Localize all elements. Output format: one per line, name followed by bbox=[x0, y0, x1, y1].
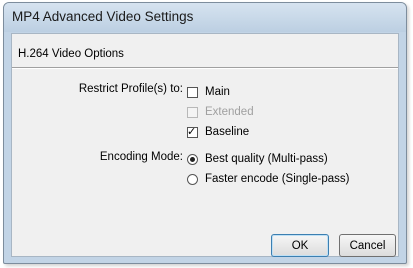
radio-selected-dot bbox=[190, 156, 195, 162]
profile-main-checkbox[interactable]: Main bbox=[187, 85, 230, 99]
window-title: MP4 Advanced Video Settings bbox=[12, 9, 194, 24]
dialog-content: H.264 Video Options Restrict Profile(s) … bbox=[11, 33, 399, 257]
radio-circle bbox=[187, 153, 198, 165]
checkbox-box bbox=[187, 106, 198, 118]
checkbox-box bbox=[187, 86, 198, 98]
profile-main-label: Main bbox=[205, 86, 230, 98]
checkmark-icon: ✓ bbox=[187, 125, 197, 138]
checkbox-box: ✓ bbox=[187, 125, 198, 138]
profile-extended-checkbox: Extended bbox=[187, 105, 254, 119]
section-title: H.264 Video Options bbox=[18, 48, 124, 60]
dialog-window: MP4 Advanced Video Settings H.264 Video … bbox=[3, 2, 407, 264]
encoding-best-quality-label: Best quality (Multi-pass) bbox=[205, 153, 328, 165]
profile-extended-label: Extended bbox=[205, 106, 254, 118]
profile-baseline-label: Baseline bbox=[205, 126, 250, 138]
title-bar[interactable]: MP4 Advanced Video Settings bbox=[4, 3, 406, 32]
profile-baseline-checkbox[interactable]: ✓ Baseline bbox=[187, 125, 249, 139]
radio-circle bbox=[187, 173, 198, 185]
encoding-faster-radio[interactable]: Faster encode (Single-pass) bbox=[187, 172, 349, 186]
restrict-profiles-label: Restrict Profile(s) to: bbox=[78, 83, 183, 95]
ok-button[interactable]: OK bbox=[271, 234, 329, 257]
encoding-mode-label: Encoding Mode: bbox=[99, 151, 183, 163]
section-separator bbox=[12, 67, 398, 69]
cancel-button[interactable]: Cancel bbox=[339, 234, 396, 257]
encoding-faster-label: Faster encode (Single-pass) bbox=[205, 173, 350, 185]
encoding-best-quality-radio[interactable]: Best quality (Multi-pass) bbox=[187, 152, 328, 166]
